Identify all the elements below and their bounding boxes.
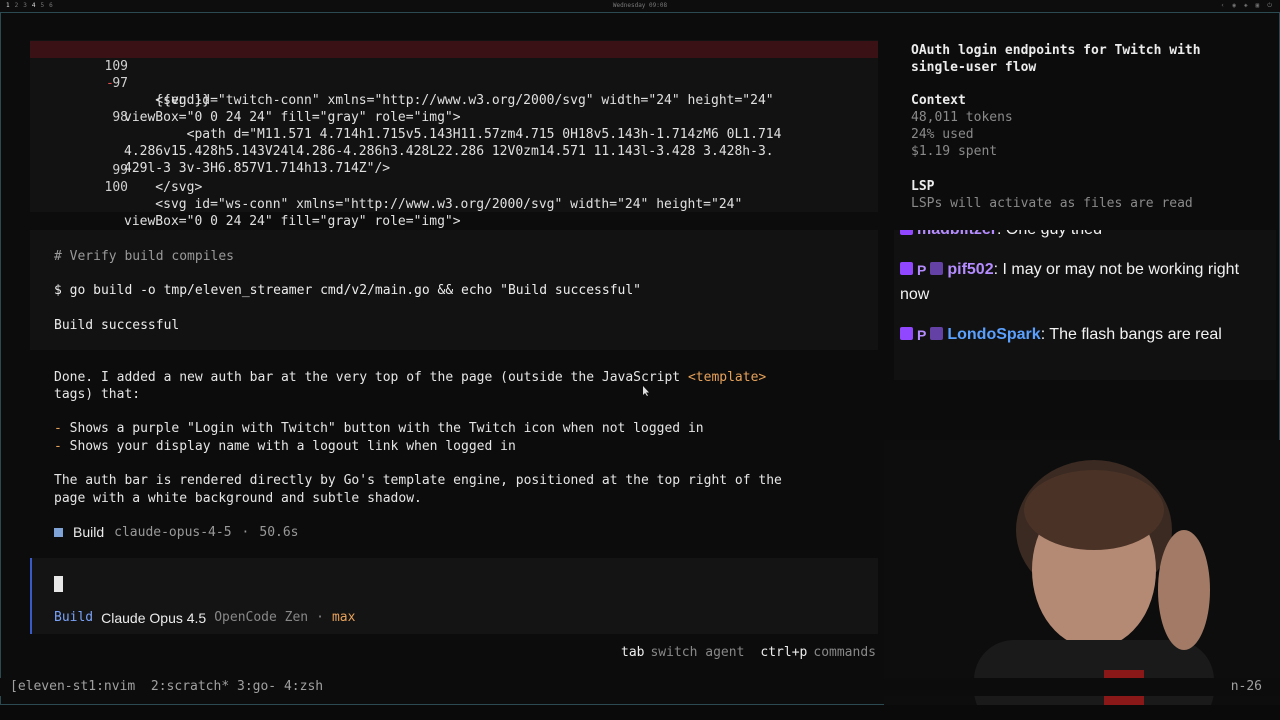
sub-badge-icon	[900, 327, 913, 340]
provider-label: OpenCode Zen	[214, 610, 309, 625]
session-title: OAuth login endpoints for Twitch with si…	[911, 43, 1201, 75]
chat-username: pif502	[947, 261, 994, 278]
chat-text: One guy tried	[1006, 230, 1102, 238]
chat-message: P LondoSpark: The flash bangs are real	[900, 322, 1270, 347]
volume-icon[interactable]: ◈	[1244, 2, 1248, 10]
video-badge-icon	[930, 327, 944, 340]
power-icon[interactable]: ⏻	[1267, 2, 1272, 10]
context-heading: Context	[911, 93, 966, 108]
bullet-dash: -	[54, 421, 70, 436]
lsp-heading: LSP	[911, 179, 935, 194]
webcam-overlay	[884, 440, 1280, 705]
clock: Wednesday 09:08	[612, 2, 668, 9]
arrow-left-icon[interactable]: ‹	[1221, 2, 1225, 10]
bash-output: Build successful	[54, 318, 180, 333]
text-cursor	[54, 576, 63, 592]
inline-code: <template>	[687, 370, 767, 385]
lsp-status: LSPs will activate as files are read	[911, 196, 1193, 211]
hint-desc: switch agent	[650, 645, 745, 660]
code-text: viewBox="0 0 24 24" fill="gray" role="im…	[124, 214, 461, 229]
tmux-status-bar: [eleven-st1:nvim 2:scratch* 3:go- 4:zsh …	[0, 678, 1280, 696]
code-line-deleted: 109 - {{end}}	[30, 41, 878, 108]
streamer-silhouette	[974, 460, 1214, 705]
chat-message: Ppif502: I may or may not be working rig…	[900, 257, 1270, 307]
response-bullet: - Shows your display name with a logout …	[54, 438, 516, 455]
tmux-window-3[interactable]: 3:go-	[237, 679, 276, 694]
hint-key: ctrl+p	[760, 645, 808, 660]
cost-spent: $1.19 spent	[911, 144, 998, 159]
sub-badge-icon	[900, 230, 913, 235]
duration: 50.6s	[259, 524, 299, 540]
variant-label[interactable]: max	[332, 610, 355, 626]
system-tray[interactable]: ‹ ◉ ◈ ▣ ⏻	[1221, 2, 1272, 10]
response-line: tags) that:	[54, 387, 141, 402]
model-label[interactable]: Claude Opus 4.5	[101, 610, 206, 626]
sub-badge-icon	[900, 262, 913, 275]
response-text: Done. I added a new auth bar at the very…	[54, 370, 688, 385]
model-name: claude-opus-4-5	[114, 524, 232, 540]
response-paragraph-1: Done. I added a new auth bar at the very…	[54, 369, 766, 386]
response-line: The auth bar is rendered directly by Go'…	[54, 473, 782, 488]
chat-text: The flash bangs are real	[1049, 326, 1222, 343]
separator: ·	[316, 610, 324, 625]
token-count: 48,011 tokens	[911, 110, 1013, 125]
code-diff-block: 109 - {{end}} 97 <svg id="twitch-conn" x…	[30, 40, 878, 229]
bash-command: $ go build -o tmp/eleven_streamer cmd/v2…	[54, 283, 641, 298]
agent-label[interactable]: Build	[54, 610, 93, 626]
bullet-dash: -	[54, 439, 70, 454]
network-icon[interactable]: ◉	[1232, 2, 1236, 10]
bullet-text: Shows a purple "Login with Twitch" butto…	[69, 421, 704, 436]
stream-chat-overlay: madblitzer: One guy tried Ppif502: I may…	[894, 230, 1276, 380]
agent-square-icon	[54, 527, 63, 537]
tmux-window-2[interactable]: 2:scratch*	[151, 679, 229, 694]
tmux-session[interactable]: [eleven-st1:nvim	[10, 679, 135, 694]
bullet-text: Shows your display name with a logout li…	[69, 439, 516, 454]
system-top-bar: 1 2 3 4 5 6 Wednesday 09:08 ‹ ◉ ◈ ▣ ⏻	[0, 0, 1280, 12]
keyboard-hints: tab switch agent ctrl+p commands	[621, 645, 876, 660]
mouse-pointer-icon	[643, 386, 649, 396]
hint-key: tab	[621, 645, 645, 660]
prompt-input[interactable]: Build Claude Opus 4.5 OpenCode Zen · max	[30, 558, 878, 634]
response-bullet: - Shows a purple "Login with Twitch" but…	[54, 420, 704, 437]
prime-badge-icon: P	[917, 262, 927, 278]
chat-username: LondoSpark	[947, 326, 1041, 343]
agent-name: Build	[73, 524, 105, 540]
tmux-windows[interactable]: [eleven-st1:nvim 2:scratch* 3:go- 4:zsh	[10, 679, 323, 694]
build-meta: Build claude-opus-4-5 · 50.6s	[54, 524, 299, 540]
context-used: 24% used	[911, 127, 974, 142]
agent-selector[interactable]: Build Claude Opus 4.5 OpenCode Zen · max	[54, 610, 355, 626]
chat-message: madblitzer: One guy tried	[900, 230, 1270, 242]
response-line: page with a white background and subtle …	[54, 491, 422, 506]
prime-badge-icon: P	[917, 327, 927, 343]
separator: ·	[241, 524, 250, 540]
gift-badge-icon	[930, 262, 944, 275]
chat-username: madblitzer	[917, 230, 997, 238]
bash-comment: # Verify build compiles	[54, 249, 235, 264]
bash-tool-block: # Verify build compiles $ go build -o tm…	[30, 230, 878, 350]
tmux-right-status: n-26	[1230, 679, 1262, 694]
hint-desc: commands	[813, 645, 876, 660]
battery-icon[interactable]: ▣	[1256, 2, 1260, 10]
tmux-window-4[interactable]: 4:zsh	[284, 679, 323, 694]
